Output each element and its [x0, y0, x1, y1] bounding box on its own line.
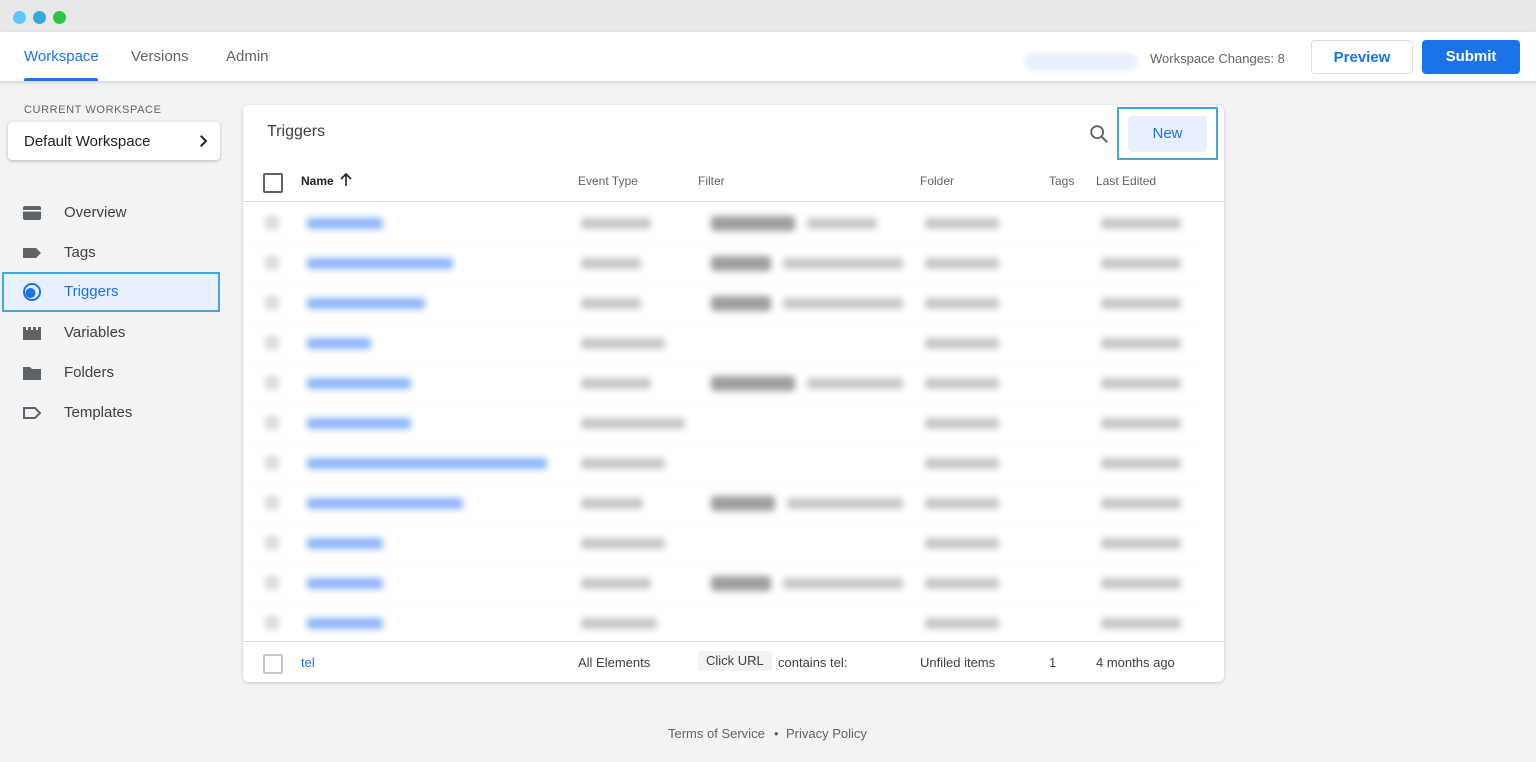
window-maximize-button[interactable] [53, 11, 66, 24]
table-row [255, 443, 1199, 484]
chevron-right-icon [200, 135, 208, 147]
sidebar-item-tags[interactable]: Tags [2, 233, 220, 273]
table-row [255, 523, 1199, 564]
tab-workspace[interactable]: Workspace [24, 48, 99, 65]
filter-condition: contains tel: [778, 655, 848, 670]
tab-versions[interactable]: Versions [131, 48, 189, 65]
top-navigation: Workspace Versions Admin Workspace Chang… [0, 32, 1536, 82]
search-icon[interactable] [1088, 123, 1110, 145]
overview-icon [23, 206, 41, 220]
card-title: Triggers [267, 123, 326, 140]
preview-button[interactable]: Preview [1311, 40, 1413, 74]
header-divider [243, 201, 1224, 202]
trigger-last-edited: 4 months ago [1096, 655, 1175, 670]
column-header-last-edited[interactable]: Last Edited [1096, 174, 1156, 188]
tag-icon [23, 248, 41, 258]
column-header-filter[interactable]: Filter [698, 174, 725, 188]
filter-variable-chip: Click URL [698, 651, 772, 671]
trigger-name-link[interactable]: tel [301, 655, 315, 670]
column-header-name[interactable]: Name [301, 174, 334, 188]
workspace-selector[interactable]: Default Workspace [8, 122, 220, 160]
sidebar-item-variables[interactable]: Variables [2, 313, 220, 353]
sidebar-item-label: Variables [64, 324, 126, 341]
sidebar-item-overview[interactable]: Overview [2, 193, 220, 233]
column-header-tags[interactable]: Tags [1049, 174, 1074, 188]
table-row [255, 283, 1199, 324]
workspace-name: Default Workspace [24, 133, 151, 150]
triggers-card: Triggers New Name Event Type Filter Fold… [243, 105, 1224, 682]
current-workspace-label: CURRENT WORKSPACE [24, 104, 162, 116]
table-row [255, 483, 1199, 524]
table-row [255, 203, 1199, 244]
sidebar-item-templates[interactable]: Templates [2, 393, 220, 433]
sidebar-item-label: Triggers [64, 283, 119, 300]
sidebar-item-label: Overview [64, 204, 127, 221]
table-row [255, 323, 1199, 364]
blurred-container-info [1024, 53, 1138, 71]
submit-button[interactable]: Submit [1422, 40, 1520, 74]
template-icon [23, 407, 42, 419]
sidebar-item-triggers[interactable]: Triggers [2, 272, 220, 312]
row-checkbox[interactable] [263, 654, 283, 674]
folder-icon [23, 367, 41, 380]
variables-icon [23, 327, 41, 340]
trigger-folder: Unfiled items [920, 655, 996, 670]
table-row [255, 563, 1199, 604]
sort-ascending-icon[interactable] [339, 173, 353, 187]
terms-of-service-link[interactable]: Terms of Service [668, 726, 765, 741]
table-row [255, 243, 1199, 284]
table-row [255, 363, 1199, 404]
new-trigger-button[interactable]: New [1128, 116, 1207, 152]
privacy-policy-link[interactable]: Privacy Policy [786, 726, 867, 741]
trigger-tags-count[interactable]: 1 [1049, 655, 1056, 670]
active-tab-indicator [24, 78, 98, 81]
trigger-event-type: All Elements [578, 655, 651, 670]
blurred-trigger-rows [255, 203, 1199, 633]
sidebar-item-label: Templates [64, 404, 133, 421]
sidebar-item-label: Tags [64, 244, 96, 261]
select-all-checkbox[interactable] [263, 173, 283, 193]
sidebar-item-label: Folders [64, 364, 115, 381]
table-row [255, 403, 1199, 444]
row-divider [243, 641, 1224, 642]
tab-admin[interactable]: Admin [226, 48, 269, 65]
window-close-button[interactable] [13, 11, 26, 24]
window-minimize-button[interactable] [33, 11, 46, 24]
trigger-icon [23, 283, 41, 301]
window-titlebar [0, 0, 1536, 32]
column-header-event-type[interactable]: Event Type [578, 174, 638, 188]
column-header-folder[interactable]: Folder [920, 174, 954, 188]
workspace-changes-count[interactable]: Workspace Changes: 8 [1150, 51, 1285, 66]
sidebar-item-folders[interactable]: Folders [2, 353, 220, 393]
footer-separator: • [774, 726, 779, 741]
table-row [255, 603, 1199, 643]
